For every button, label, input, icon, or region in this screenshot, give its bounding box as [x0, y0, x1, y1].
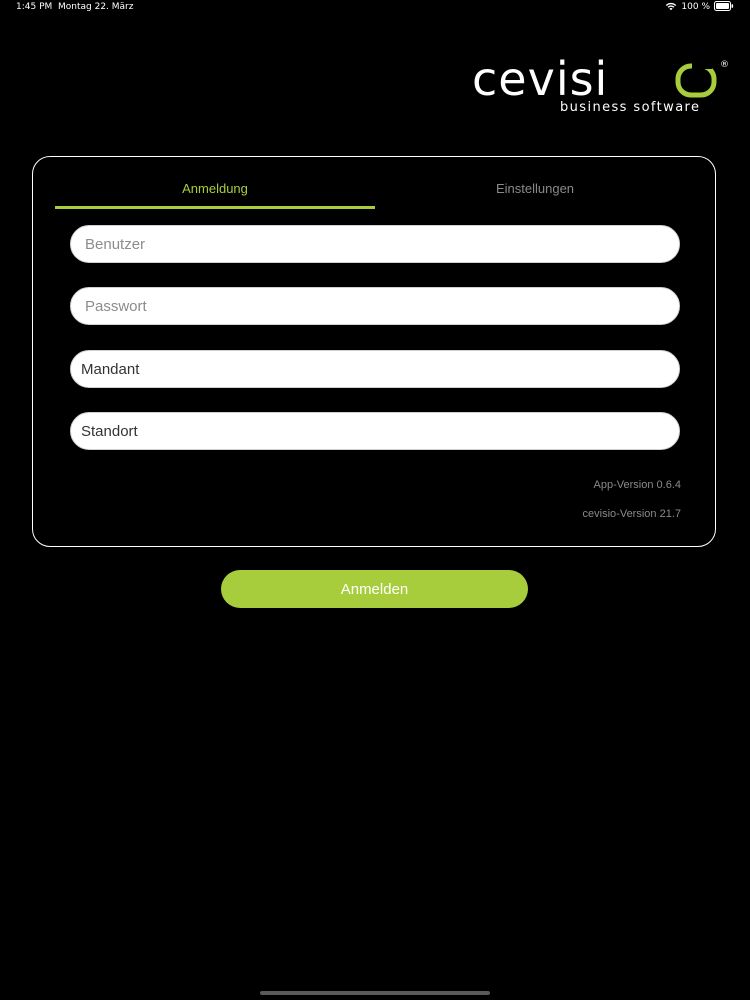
- cevisio-version: cevisio-Version 21.7: [582, 508, 681, 520]
- status-time: 1:45 PM: [16, 2, 53, 12]
- password-input[interactable]: [71, 288, 679, 324]
- logo-o-mark: [675, 63, 717, 98]
- login-card: Anmeldung Einstellungen App-Version 0.6.…: [32, 156, 716, 547]
- app-version: App-Version 0.6.4: [593, 479, 681, 491]
- battery-percentage: 100 %: [681, 2, 710, 12]
- user-field[interactable]: [70, 225, 680, 263]
- location-input[interactable]: [71, 413, 679, 449]
- status-indicators: 100 %: [665, 1, 734, 13]
- location-field[interactable]: [70, 412, 680, 450]
- registered-mark: ®: [720, 60, 729, 70]
- client-input[interactable]: [71, 351, 679, 387]
- tab-login[interactable]: Anmeldung: [55, 157, 375, 209]
- login-button[interactable]: Anmelden: [221, 570, 528, 608]
- status-bar: 1:45 PM Montag 22. März 100 %: [0, 0, 750, 16]
- user-input[interactable]: [71, 226, 679, 262]
- password-field[interactable]: [70, 287, 680, 325]
- home-indicator[interactable]: [260, 991, 490, 995]
- logo-wordmark: cevisi: [472, 55, 608, 106]
- wifi-icon: [665, 0, 677, 16]
- logo-tagline: business software: [560, 100, 700, 115]
- tab-settings[interactable]: Einstellungen: [375, 157, 695, 209]
- battery-icon: [714, 0, 734, 16]
- cevisio-logo: cevisi ® business software: [470, 52, 732, 119]
- status-date: Montag 22. März: [58, 2, 134, 12]
- client-field[interactable]: [70, 350, 680, 388]
